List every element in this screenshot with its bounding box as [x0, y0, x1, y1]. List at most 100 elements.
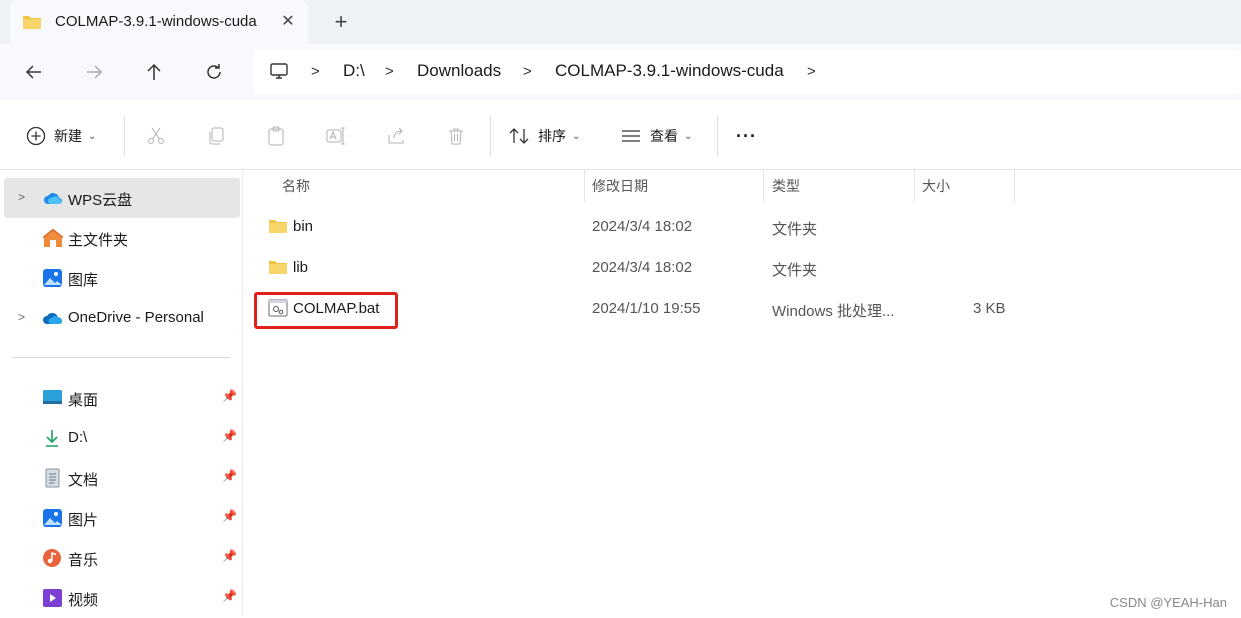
breadcrumb-colmap-folder[interactable]: COLMAP-3.9.1-windows-cuda	[555, 61, 784, 81]
tab-current-folder[interactable]: COLMAP-3.9.1-windows-cuda ✕	[10, 0, 308, 44]
refresh-icon	[207, 64, 221, 79]
refresh-button[interactable]	[202, 60, 226, 84]
column-header-size[interactable]: 大小	[922, 170, 950, 202]
pin-icon[interactable]: 📌	[222, 389, 237, 403]
new-tab-button[interactable]: +	[330, 11, 352, 33]
file-name: lib	[293, 259, 309, 276]
file-name: COLMAP.bat	[293, 300, 380, 317]
column-divider[interactable]	[914, 170, 915, 202]
onedrive-icon	[42, 308, 64, 328]
paste-button[interactable]	[266, 124, 286, 148]
pin-icon[interactable]: 📌	[222, 509, 237, 523]
desktop-icon	[42, 388, 64, 408]
sidebar-item-documents[interactable]: 文档 📌	[4, 458, 240, 498]
file-list: 名称 修改日期 类型 大小 bin 2024/3/4 18:02 文件夹 lib…	[243, 170, 1241, 616]
picture-icon	[42, 508, 64, 528]
sidebar-item-label: OneDrive - Personal	[68, 309, 204, 326]
gallery-icon	[42, 268, 64, 288]
video-icon	[42, 588, 64, 608]
folder-icon	[22, 13, 42, 36]
sidebar-item-home[interactable]: 主文件夹	[4, 218, 240, 258]
file-type: 文件夹	[772, 262, 818, 279]
up-button[interactable]	[142, 60, 166, 84]
column-divider[interactable]	[584, 170, 585, 202]
forward-button[interactable]	[82, 60, 106, 84]
table-row[interactable]: lib 2024/3/4 18:02 文件夹	[243, 249, 1241, 289]
monitor-icon	[269, 61, 289, 86]
home-icon	[42, 228, 64, 248]
sidebar-item-d-drive[interactable]: D:\ 📌	[4, 418, 240, 458]
rename-button[interactable]	[326, 124, 346, 148]
rename-icon	[326, 127, 345, 145]
sidebar-item-onedrive[interactable]: > OneDrive - Personal	[4, 298, 240, 338]
breadcrumb-d-drive[interactable]: D:\	[343, 61, 365, 81]
separator	[490, 116, 491, 156]
file-modified: 2024/1/10 19:55	[592, 300, 701, 317]
new-label: 新建	[54, 128, 82, 144]
scissors-icon	[148, 127, 164, 144]
navigation-pane: > WPS云盘 主文件夹 图库 > OneDrive - Personal 桌面…	[0, 170, 243, 616]
chevron-right-icon[interactable]: >	[311, 63, 320, 80]
sidebar-item-videos[interactable]: 视频 📌	[4, 578, 240, 618]
sort-icon	[509, 128, 529, 144]
pin-icon[interactable]: 📌	[222, 549, 237, 563]
copy-button[interactable]	[206, 124, 226, 148]
sidebar-item-gallery[interactable]: 图库	[4, 258, 240, 298]
address-bar[interactable]: > D:\ > Downloads > COLMAP-3.9.1-windows…	[253, 50, 1241, 94]
column-divider[interactable]	[763, 170, 764, 202]
file-type: Windows 批处理...	[772, 303, 895, 320]
sidebar-item-music[interactable]: 音乐 📌	[4, 538, 240, 578]
new-button[interactable]: 新建 ⌄	[26, 124, 96, 148]
breadcrumb-downloads[interactable]: Downloads	[417, 61, 501, 81]
music-icon	[42, 548, 64, 568]
close-tab-button[interactable]: ✕	[278, 12, 298, 32]
command-bar: 新建 ⌄ 排序 ⌄ 查看 ⌄ ···	[0, 100, 1241, 170]
sidebar-item-desktop[interactable]: 桌面 📌	[4, 378, 240, 418]
sidebar-item-wps-cloud[interactable]: > WPS云盘	[4, 178, 240, 218]
navigation-bar: > D:\ > Downloads > COLMAP-3.9.1-windows…	[0, 44, 1241, 100]
pin-icon[interactable]: 📌	[222, 589, 237, 603]
sidebar-item-label: WPS云盘	[68, 192, 133, 209]
batch-file-icon	[268, 299, 288, 322]
table-row[interactable]: COLMAP.bat 2024/1/10 19:55 Windows 批处理..…	[243, 290, 1241, 330]
chevron-down-icon: ⌄	[88, 130, 97, 142]
view-button[interactable]: 查看 ⌄	[620, 124, 692, 148]
chevron-right-icon[interactable]: >	[18, 310, 25, 324]
more-options-button[interactable]: ···	[736, 124, 757, 148]
chevron-right-icon[interactable]: >	[18, 190, 25, 204]
sidebar-item-label: 图片	[68, 512, 99, 529]
sidebar-item-label: D:\	[68, 429, 88, 446]
column-header-name[interactable]: 名称	[282, 170, 310, 202]
sidebar-item-label: 音乐	[68, 552, 99, 569]
column-header-modified[interactable]: 修改日期	[592, 170, 648, 202]
sidebar-item-label: 桌面	[68, 392, 99, 409]
sidebar-divider	[12, 357, 230, 358]
title-bar: COLMAP-3.9.1-windows-cuda ✕ +	[0, 0, 1241, 44]
chevron-right-icon[interactable]: >	[807, 63, 816, 80]
arrow-left-icon	[25, 65, 41, 79]
clipboard-icon	[268, 126, 284, 146]
view-label: 查看	[650, 128, 678, 144]
document-icon	[42, 468, 64, 488]
arrow-up-icon	[147, 63, 161, 80]
table-row[interactable]: bin 2024/3/4 18:02 文件夹	[243, 208, 1241, 248]
separator	[124, 116, 125, 156]
chevron-right-icon[interactable]: >	[385, 63, 394, 80]
delete-button[interactable]	[446, 124, 466, 148]
pin-icon[interactable]: 📌	[222, 429, 237, 443]
cut-button[interactable]	[146, 124, 166, 148]
plus-circle-icon	[26, 126, 46, 146]
pin-icon[interactable]: 📌	[222, 469, 237, 483]
file-modified: 2024/3/4 18:02	[592, 259, 693, 276]
sidebar-item-label: 文档	[68, 472, 99, 489]
sort-button[interactable]: 排序 ⌄	[508, 124, 580, 148]
back-button[interactable]	[22, 60, 46, 84]
column-header-type[interactable]: 类型	[772, 170, 800, 202]
sidebar-item-label: 主文件夹	[68, 232, 129, 249]
sidebar-item-pictures[interactable]: 图片 📌	[4, 498, 240, 538]
chevron-right-icon[interactable]: >	[523, 63, 532, 80]
share-button[interactable]	[386, 124, 406, 148]
column-divider[interactable]	[1014, 170, 1015, 202]
cloud-icon	[42, 188, 64, 208]
sort-label: 排序	[538, 128, 566, 144]
